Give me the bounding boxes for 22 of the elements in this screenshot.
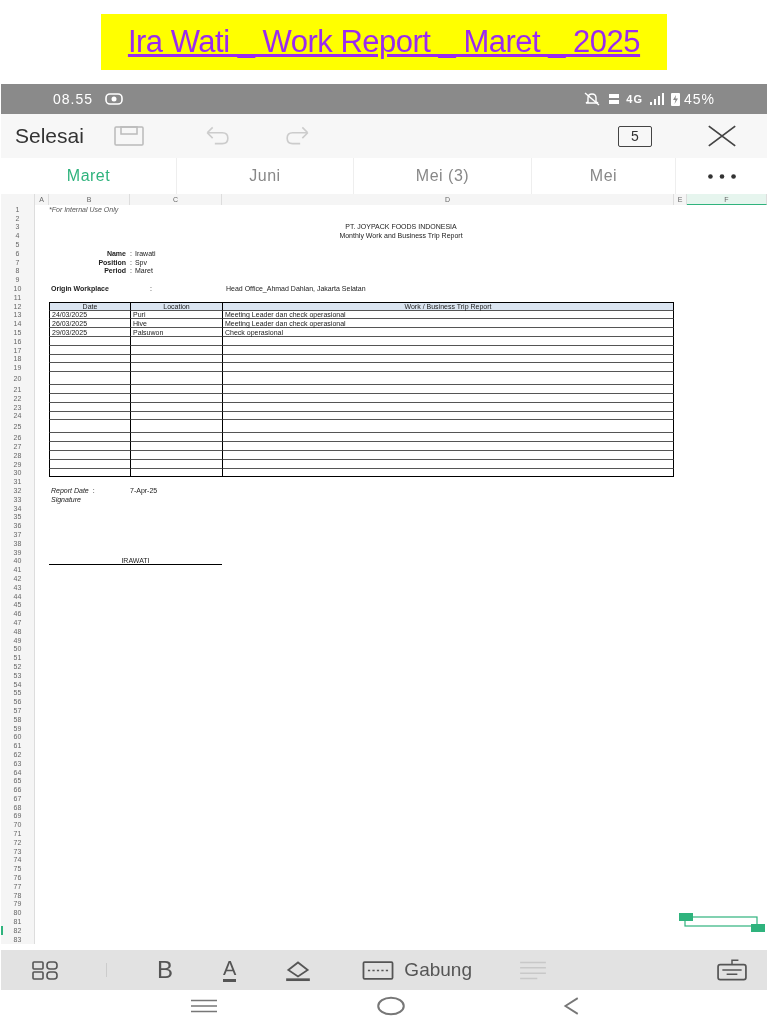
close-icon[interactable] [707,125,737,147]
text-color-button[interactable]: A [223,958,237,982]
bold-button[interactable]: B [157,958,173,982]
battery-percentage: 45% [683,89,715,109]
battery-icon [670,92,680,106]
keyboard-icon[interactable] [717,959,747,981]
mute-icon [584,92,601,106]
status-time: 08.55 [53,89,94,109]
document-title: Ira Wati _ Work Report _ Maret _ 2025 [127,22,641,61]
signal-icon [648,93,665,105]
merge-button[interactable]: Gabung [362,955,472,985]
selection-handles[interactable] [677,911,767,935]
app-notification-icon [105,93,124,105]
done-button[interactable]: Selesai [15,120,84,152]
merge-cells-icon [362,960,395,980]
network-type: 4G [626,91,643,107]
back-icon[interactable] [562,997,579,1015]
sheet-count-button[interactable]: 5 [618,125,652,147]
home-icon[interactable] [376,996,406,1016]
grid-menu-icon[interactable] [31,960,61,980]
menu-icon[interactable] [189,999,220,1013]
more-icon[interactable] [706,173,737,179]
